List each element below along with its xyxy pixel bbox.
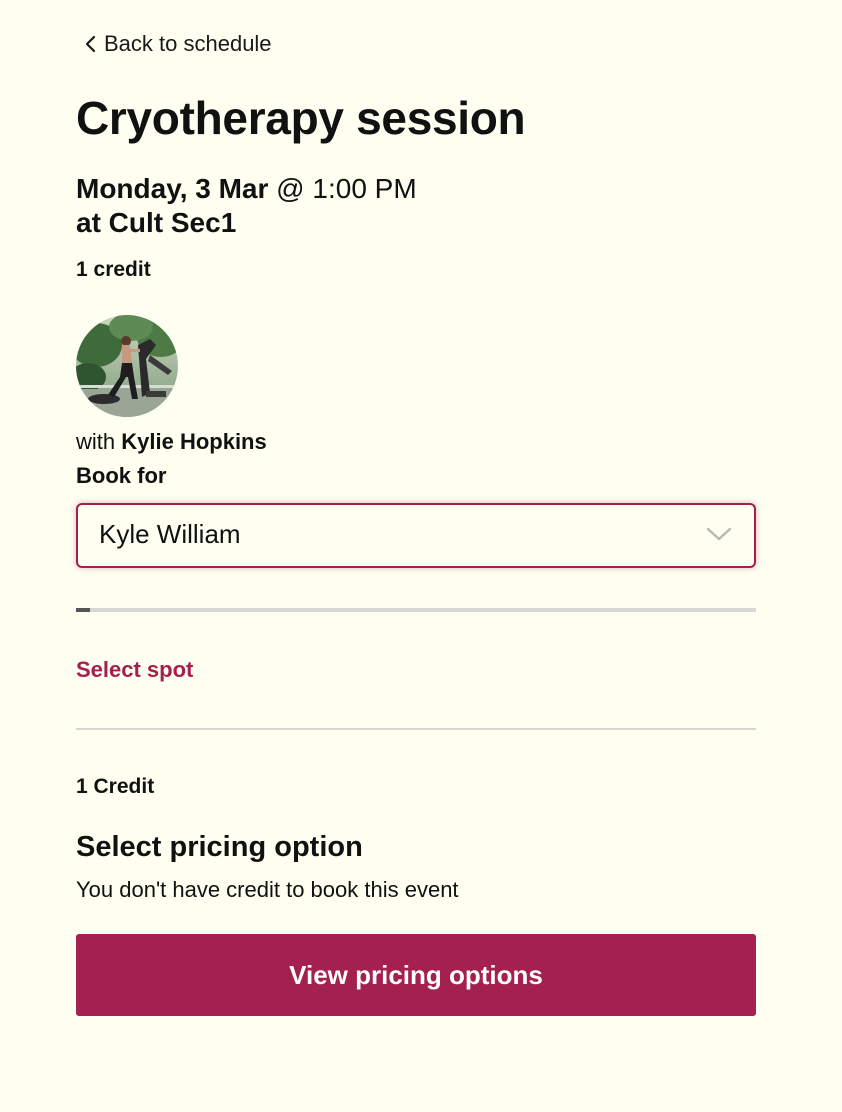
section-divider <box>76 728 756 730</box>
pricing-note: You don't have credit to book this event <box>76 877 459 902</box>
instructor-avatar <box>76 315 178 417</box>
booking-progress-bar <box>76 608 756 612</box>
back-to-schedule-link[interactable]: Back to schedule <box>84 31 272 57</box>
select-spot-link[interactable]: Select spot <box>76 657 193 683</box>
event-location: at Cult Sec1 <box>76 207 237 238</box>
view-pricing-options-button[interactable]: View pricing options <box>76 934 756 1016</box>
instructor-prefix: with <box>76 429 122 454</box>
pricing-heading: Select pricing option <box>76 831 363 863</box>
back-link-label: Back to schedule <box>104 31 272 56</box>
event-credit-cost: 1 credit <box>76 258 151 281</box>
book-for-label: Book for <box>76 463 167 488</box>
chevron-down-icon <box>706 527 732 541</box>
pricing-credit-cost: 1 Credit <box>76 775 155 798</box>
instructor-photo <box>76 315 178 417</box>
instructor-name: Kylie Hopkins <box>121 429 267 454</box>
event-date: Monday, 3 Mar <box>76 173 269 204</box>
book-for-select[interactable]: Kyle William <box>76 503 756 568</box>
book-for-selected-value: Kyle William <box>99 519 241 549</box>
event-time: 1:00 PM <box>312 173 417 204</box>
instructor-line: with Kylie Hopkins <box>76 429 267 455</box>
booking-progress-fill <box>76 608 90 612</box>
event-title: Cryotherapy session <box>76 92 526 144</box>
chevron-left-icon <box>85 35 96 53</box>
event-datetime: Monday, 3 Mar @ 1:00 PM <box>76 172 417 206</box>
event-time-separator: @ <box>268 173 313 204</box>
